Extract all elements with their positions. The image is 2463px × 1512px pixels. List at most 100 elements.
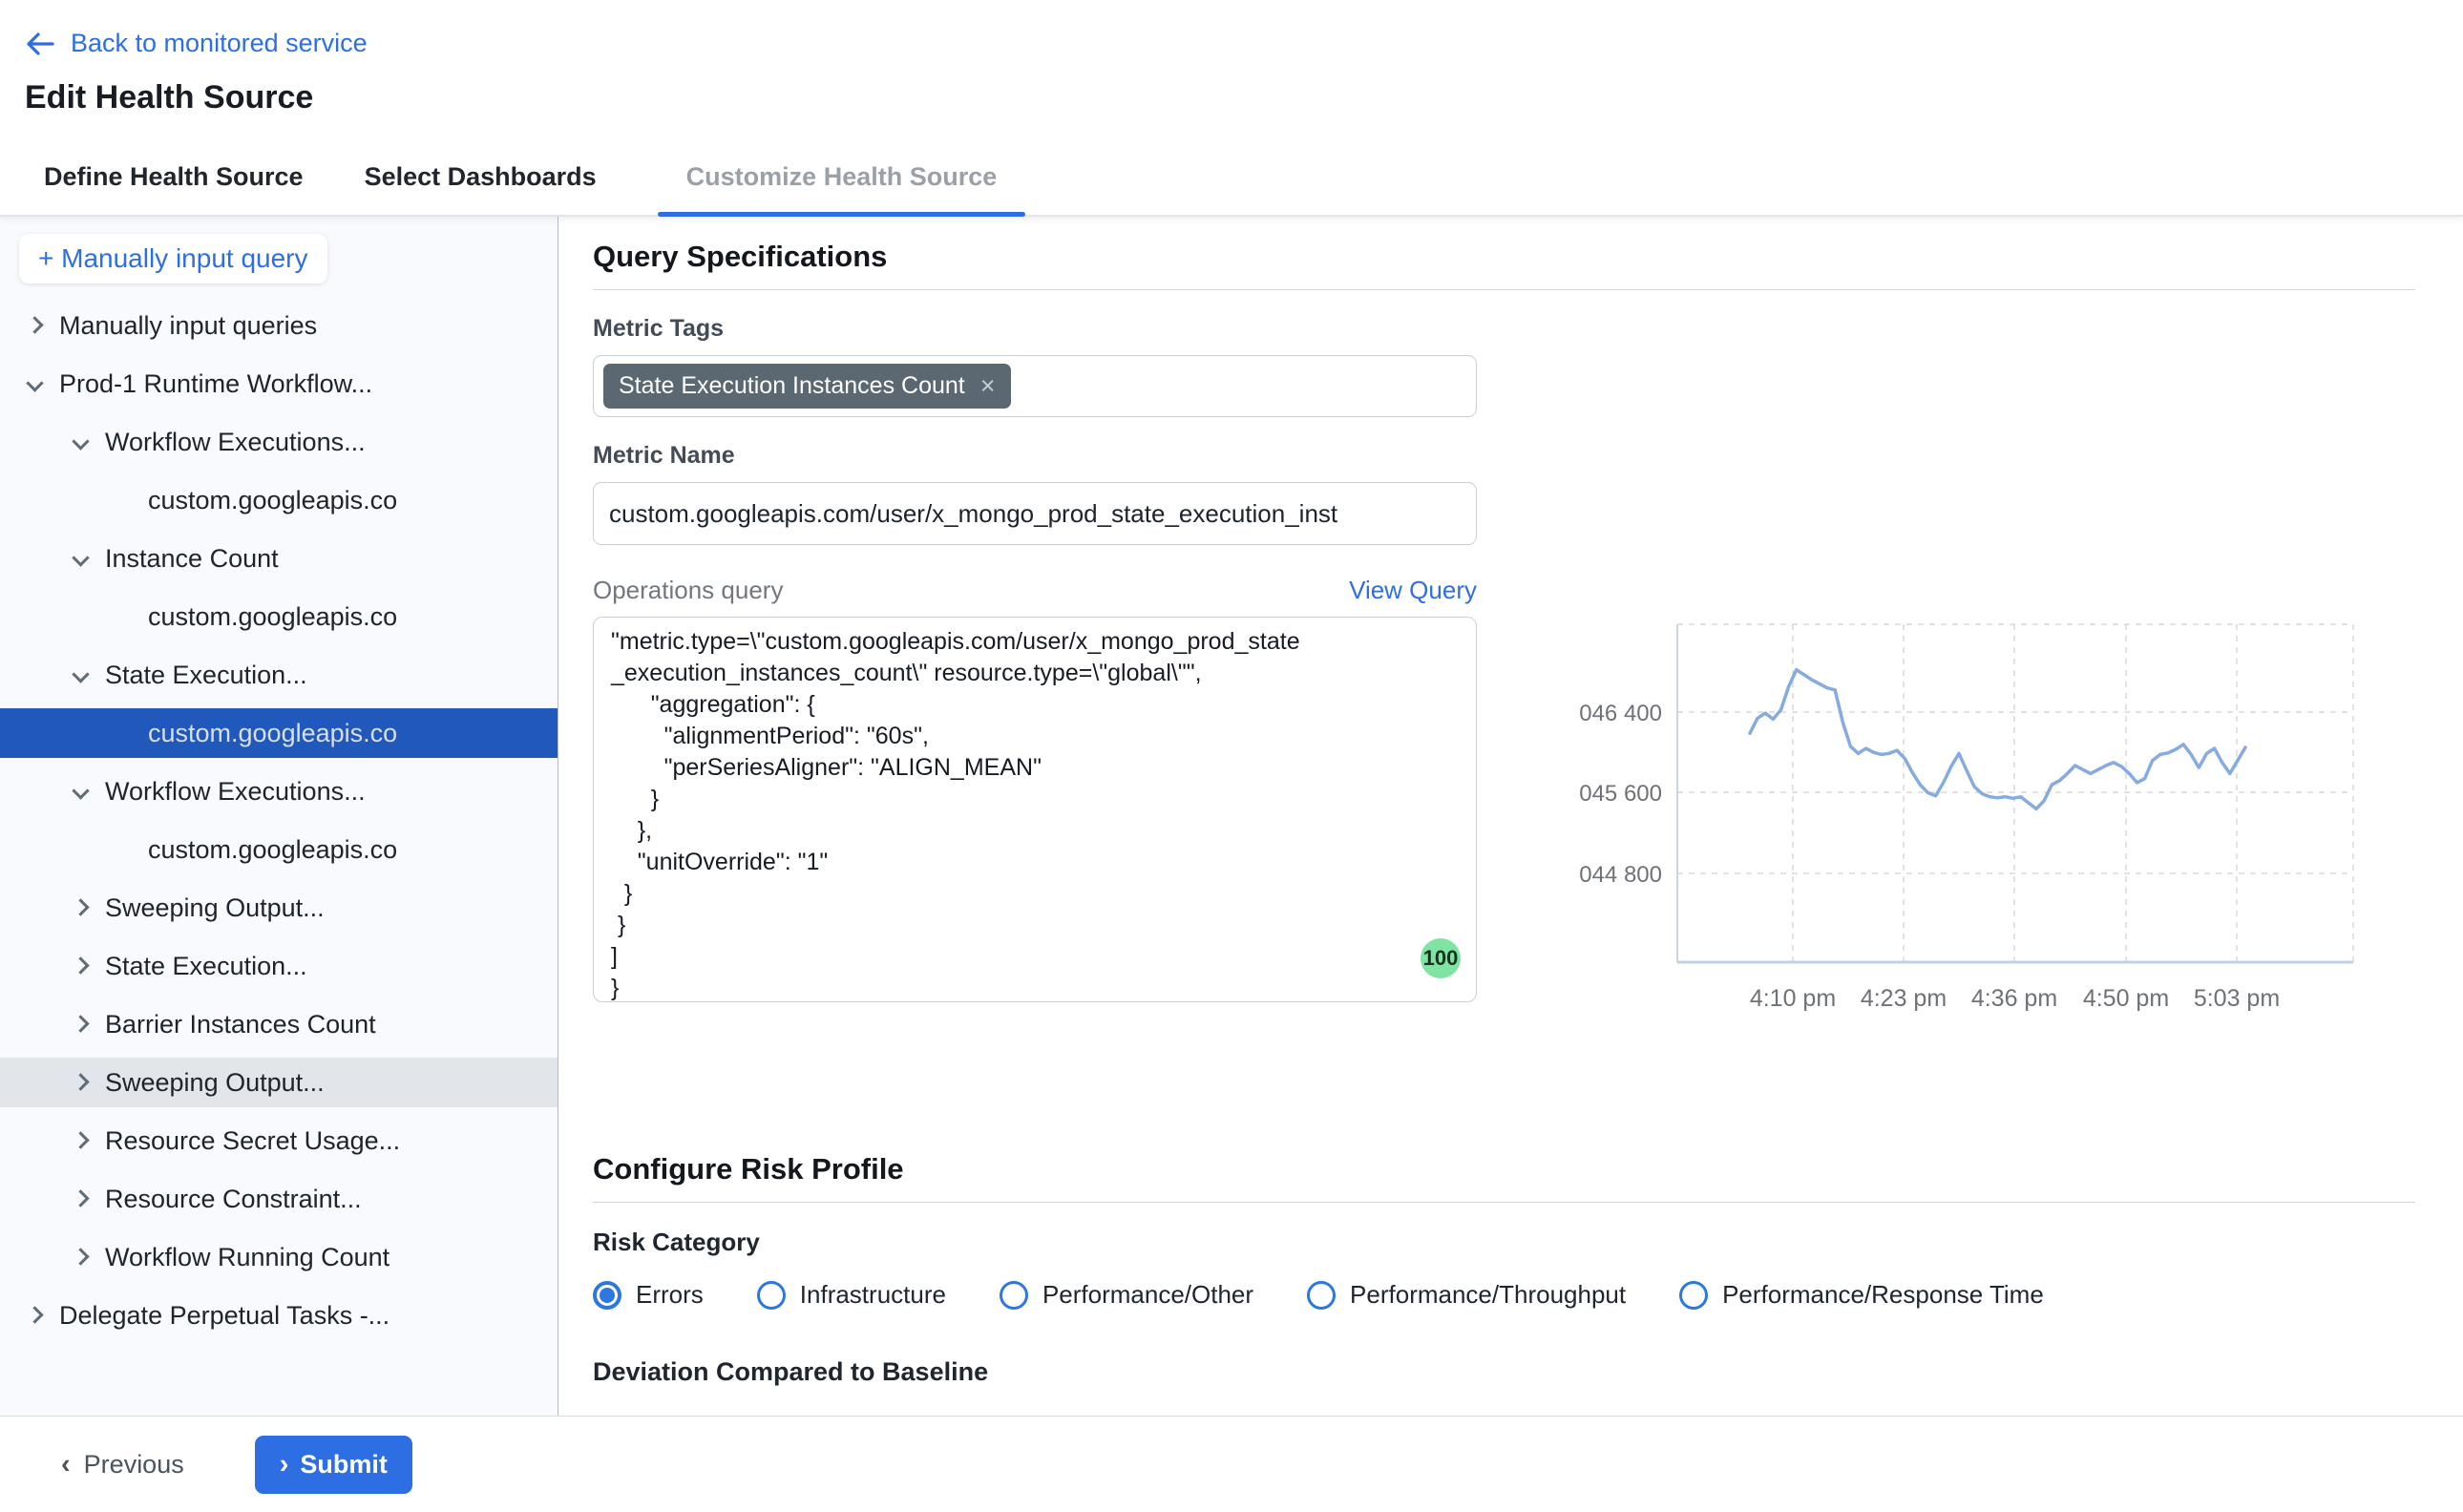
x-tick-label: 4:23 pm <box>1861 985 1947 1012</box>
tree-item-label: State Execution... <box>105 661 307 690</box>
radio-icon[interactable] <box>1000 1281 1028 1310</box>
chevron-right-icon[interactable] <box>26 316 43 333</box>
main-panel: Query Specifications Metric Tags State E… <box>558 217 2463 1416</box>
y-tick-label: 36 044 800 <box>1572 862 1662 888</box>
page-header: Back to monitored service Edit Health So… <box>0 0 2463 138</box>
wizard-tab-bar: Define Health Source Select Dashboards Cus… <box>0 138 2463 217</box>
tree-item-custom-googleapis-co[interactable]: custom.googleapis.co <box>0 475 558 525</box>
tree-item-state-execution[interactable]: State Execution... <box>0 941 558 991</box>
operations-query-textarea[interactable]: "filter": "metric.type=\"custom.googleap… <box>593 617 1477 1002</box>
tree-item-sweeping-output[interactable]: Sweeping Output... <box>0 1058 558 1107</box>
chart-x-tick-labels: 4:10 pm4:23 pm4:36 pm4:50 pm5:03 pm <box>1750 985 2280 1012</box>
tree-item-label: Sweeping Output... <box>105 1068 325 1098</box>
chevron-right-icon[interactable] <box>72 1073 89 1090</box>
tree-item-label: custom.googleapis.co <box>148 602 397 632</box>
tree-item-label: Instance Count <box>105 544 279 574</box>
tree-item-custom-googleapis-co[interactable]: custom.googleapis.co <box>0 592 558 641</box>
chevron-down-icon[interactable] <box>72 665 89 682</box>
view-query-link[interactable]: View Query <box>1349 576 1477 605</box>
chevron-right-icon[interactable] <box>72 1015 89 1032</box>
chevron-down-icon[interactable] <box>72 432 89 450</box>
tree-item-workflow-executions[interactable]: Workflow Executions... <box>0 766 558 816</box>
chevron-down-icon[interactable] <box>26 374 43 391</box>
radio-label: Performance/Throughput <box>1350 1280 1626 1310</box>
query-record-count-badge: 100 <box>1421 938 1461 978</box>
tree-item-custom-googleapis-co[interactable]: custom.googleapis.co <box>0 825 558 874</box>
tree-item-delegate-perpetual-tasks[interactable]: Delegate Perpetual Tasks -... <box>0 1291 558 1340</box>
tree-item-label: Resource Secret Usage... <box>105 1126 400 1156</box>
y-tick-label: 36 045 600 <box>1572 781 1662 807</box>
submit-button-label: Submit <box>300 1450 388 1480</box>
metric-preview-chart: 36 046 400 36 045 600 36 044 800 4:10 pm 4:… <box>1572 605 2412 1035</box>
chevron-right-icon[interactable] <box>26 1306 43 1323</box>
back-arrow-icon <box>25 32 55 56</box>
submit-button[interactable]: › Submit <box>255 1436 412 1494</box>
page-title: Edit Health Source <box>25 79 2463 116</box>
tree-item-label: Workflow Executions... <box>105 777 366 807</box>
add-manual-query-button[interactable]: + Manually input query <box>19 234 327 284</box>
tree-item-label: Manually input queries <box>59 311 317 341</box>
tree-item-label: custom.googleapis.co <box>148 486 397 515</box>
metric-name-input[interactable]: custom.googleapis.com/user/x_mongo_prod_… <box>593 482 1477 545</box>
radio-icon[interactable] <box>1679 1281 1708 1310</box>
operations-query-text: "filter": "metric.type=\"custom.googleap… <box>611 617 1459 1002</box>
radio-label: Performance/Other <box>1042 1280 1253 1310</box>
risk-radio-infrastructure[interactable]: Infrastructure <box>757 1280 946 1310</box>
radio-icon[interactable] <box>593 1281 621 1310</box>
x-tick-label: 4:50 pm <box>2083 985 2169 1012</box>
tree-item-label: Prod-1 Runtime Workflow... <box>59 369 372 399</box>
chevron-right-icon: › <box>280 1449 289 1480</box>
previous-button-label: Previous <box>84 1450 184 1480</box>
risk-radio-performance-other[interactable]: Performance/Other <box>1000 1280 1253 1310</box>
previous-button[interactable]: ‹ Previous <box>61 1449 184 1480</box>
radio-icon[interactable] <box>757 1281 786 1310</box>
tree-item-label: Delegate Perpetual Tasks -... <box>59 1301 389 1331</box>
query-specifications-heading: Query Specifications <box>593 240 2463 274</box>
tree-item-resource-constraint[interactable]: Resource Constraint... <box>0 1174 558 1224</box>
chevron-down-icon[interactable] <box>72 782 89 799</box>
risk-radio-errors[interactable]: Errors <box>593 1280 704 1310</box>
y-tick-label: 36 046 400 <box>1572 701 1662 726</box>
tree-item-instance-count[interactable]: Instance Count <box>0 534 558 583</box>
tree-item-barrier-instances-count[interactable]: Barrier Instances Count <box>0 999 558 1049</box>
back-link-label: Back to monitored service <box>71 29 368 58</box>
radio-dot <box>600 1288 615 1303</box>
operations-query-label: Operations query <box>593 576 783 605</box>
metric-tags-input[interactable]: State Execution Instances Count × <box>593 355 1477 417</box>
tree-item-prod-1-runtime-workflow[interactable]: Prod-1 Runtime Workflow... <box>0 359 558 409</box>
tree-item-sweeping-output[interactable]: Sweeping Output... <box>0 883 558 933</box>
tree-item-label: State Execution... <box>105 952 307 981</box>
tree-item-state-execution[interactable]: State Execution... <box>0 650 558 700</box>
tree-item-label: Sweeping Output... <box>105 893 325 923</box>
metric-name-label: Metric Name <box>593 442 1477 470</box>
tree-item-workflow-executions[interactable]: Workflow Executions... <box>0 417 558 467</box>
radio-label: Infrastructure <box>800 1280 946 1310</box>
tree-item-workflow-running-count[interactable]: Workflow Running Count <box>0 1232 558 1282</box>
chevron-right-icon[interactable] <box>72 1189 89 1207</box>
chevron-down-icon[interactable] <box>72 549 89 566</box>
chevron-right-icon[interactable] <box>72 898 89 915</box>
tree-item-label: custom.googleapis.co <box>148 719 397 748</box>
chip-close-icon[interactable]: × <box>980 373 996 399</box>
radio-label: Performance/Response Time <box>1722 1280 2044 1310</box>
tree-item-label: Workflow Running Count <box>105 1243 389 1272</box>
back-to-monitored-service-link[interactable]: Back to monitored service <box>25 29 368 58</box>
risk-category-label: Risk Category <box>593 1228 2463 1257</box>
chevron-right-icon[interactable] <box>72 1248 89 1265</box>
body-row: + Manually input query Manually input qu… <box>0 217 2463 1416</box>
tab-define-health-source[interactable]: Define Health Source <box>44 138 304 215</box>
metric-tag-chip[interactable]: State Execution Instances Count × <box>603 364 1011 409</box>
query-tree-sidebar: + Manually input query Manually input qu… <box>0 217 558 1416</box>
chart-gridlines <box>1677 624 2353 962</box>
risk-radio-performance-response-time[interactable]: Performance/Response Time <box>1679 1280 2044 1310</box>
tree-item-manually-input-queries[interactable]: Manually input queries <box>0 301 558 350</box>
tree-item-resource-secret-usage[interactable]: Resource Secret Usage... <box>0 1116 558 1166</box>
chevron-right-icon[interactable] <box>72 956 89 974</box>
tab-customize-health-source[interactable]: Customize Health Source <box>658 138 1026 215</box>
chevron-right-icon[interactable] <box>72 1131 89 1148</box>
tab-select-dashboards[interactable]: Select Dashboards <box>365 138 597 215</box>
risk-radio-performance-throughput[interactable]: Performance/Throughput <box>1307 1280 1626 1310</box>
radio-icon[interactable] <box>1307 1281 1336 1310</box>
tree-item-custom-googleapis-co[interactable]: custom.googleapis.co <box>0 708 558 758</box>
x-tick-label: 4:10 pm <box>1750 985 1836 1012</box>
